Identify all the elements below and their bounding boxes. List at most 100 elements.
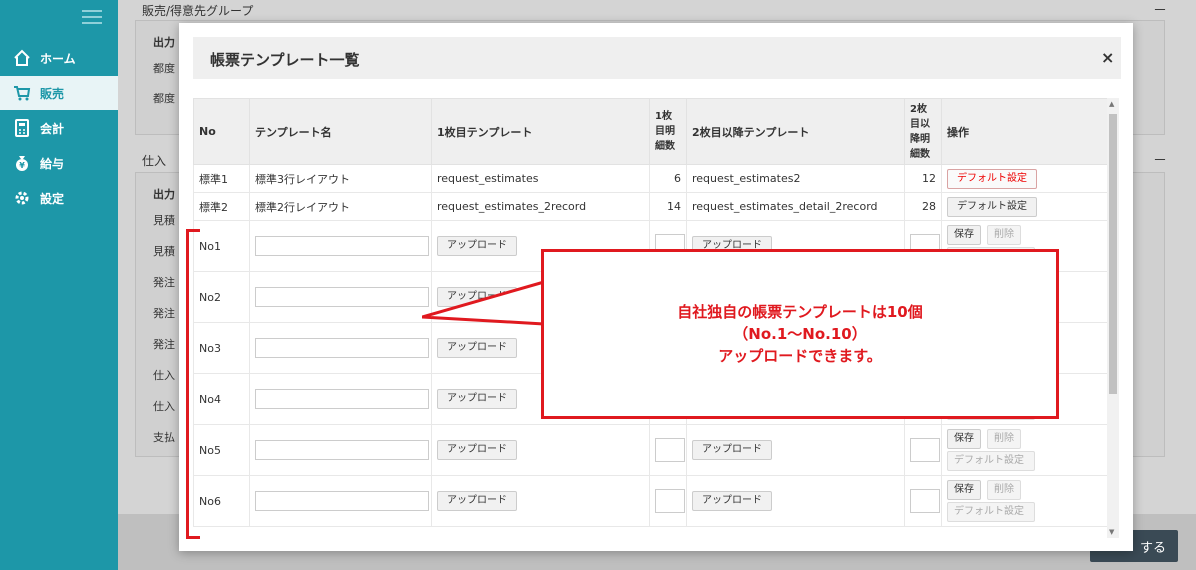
money-bag-icon: ¥ xyxy=(12,153,32,173)
header-name: テンプレート名 xyxy=(249,98,432,165)
scroll-down-icon[interactable]: ▼ xyxy=(1109,528,1114,536)
annotation-bracket xyxy=(186,229,200,539)
sidebar-item-label: 販売 xyxy=(40,86,65,101)
cell-name xyxy=(249,424,432,476)
list-item: 仕入 xyxy=(153,369,175,382)
sidebar-item-label: 給与 xyxy=(40,156,65,171)
template-name-input[interactable] xyxy=(255,287,429,307)
save-button[interactable]: 保存 xyxy=(947,225,981,245)
vertical-scrollbar[interactable]: ▲ ▼ xyxy=(1107,98,1119,538)
hamburger-menu-icon[interactable] xyxy=(82,10,102,26)
sidebar-item-home[interactable]: ホーム xyxy=(0,41,118,75)
table-row: No6 アップロード アップロード 保存 削除 デフォルト設定 xyxy=(193,475,1107,527)
sidebar-item-sales[interactable]: 販売 xyxy=(0,76,118,110)
template-name-input[interactable] xyxy=(255,491,429,511)
cell-no: No1 xyxy=(193,220,250,272)
upload-button[interactable]: アップロード xyxy=(437,338,517,358)
list-item: 発注 xyxy=(153,276,175,289)
cell-no: No3 xyxy=(193,322,250,374)
header-first-rows: 1枚目明細数 xyxy=(649,98,687,165)
gear-icon xyxy=(12,188,32,208)
cell-no: No2 xyxy=(193,271,250,323)
list-item: 都度 xyxy=(153,62,175,75)
save-button[interactable]: 保存 xyxy=(947,480,981,500)
second-count-input[interactable] xyxy=(910,438,940,462)
cell-no: No6 xyxy=(193,475,250,527)
set-default-button[interactable]: デフォルト設定 xyxy=(947,451,1035,471)
sidebar: ホーム 販売 会計 ¥ 給与 設定 xyxy=(0,0,118,570)
cell-second-count xyxy=(904,475,942,527)
upload-button[interactable]: アップロード xyxy=(437,440,517,460)
cell-name xyxy=(249,373,432,425)
cell-first-count xyxy=(649,475,687,527)
first-count-input[interactable] xyxy=(655,438,685,462)
cell-name xyxy=(249,475,432,527)
table-header-row: No テンプレート名 1枚目テンプレート 1枚目明細数 2枚目以降テンプレート … xyxy=(193,98,1107,165)
upload-button[interactable]: アップロード xyxy=(437,389,517,409)
panel-title: 販売/得意先グループ xyxy=(142,4,254,18)
upload-button[interactable]: アップロード xyxy=(437,491,517,511)
sidebar-item-label: 会計 xyxy=(40,121,65,136)
scroll-up-icon[interactable]: ▲ xyxy=(1109,100,1114,108)
list-item: 発注 xyxy=(153,338,175,351)
cell-first-template: request_estimates xyxy=(431,164,650,193)
cell-first-template: アップロード xyxy=(431,475,650,527)
set-default-button[interactable]: デフォルト設定 xyxy=(947,168,1037,189)
scroll-thumb[interactable] xyxy=(1109,114,1117,394)
panel-title: 仕入 xyxy=(142,154,167,168)
cell-no: No5 xyxy=(193,424,250,476)
list-item: 支払 xyxy=(153,431,175,444)
header-second-template: 2枚目以降テンプレート xyxy=(686,98,905,165)
cell-first-count: 6 xyxy=(649,164,687,193)
delete-button[interactable]: 削除 xyxy=(987,480,1021,500)
home-icon xyxy=(12,48,32,68)
template-name-input[interactable] xyxy=(255,389,429,409)
cell-first-count: 14 xyxy=(649,192,687,221)
list-item: 仕入 xyxy=(153,400,175,413)
cell-name xyxy=(249,220,432,272)
set-default-button[interactable]: デフォルト設定 xyxy=(947,196,1037,217)
cell-name xyxy=(249,322,432,374)
annotation-callout: 自社独自の帳票テンプレートは10個 （No.1～No.10） アップロードできま… xyxy=(541,249,1059,419)
template-name-input[interactable] xyxy=(255,440,429,460)
upload-button[interactable]: アップロード xyxy=(692,440,772,460)
column-header: 出力 xyxy=(153,188,175,201)
callout-line-1: 自社独自の帳票テンプレートは10個 xyxy=(677,303,923,321)
cell-second-count: 28 xyxy=(904,192,942,221)
collapse-button[interactable]: － xyxy=(1153,0,1167,20)
cell-second-template: request_estimates_detail_2record xyxy=(686,192,905,221)
save-button[interactable]: 保存 xyxy=(947,429,981,449)
template-name-input[interactable] xyxy=(255,236,429,256)
sidebar-item-payroll[interactable]: ¥ 給与 xyxy=(0,146,118,180)
close-icon[interactable]: × xyxy=(1101,48,1114,67)
table-row: 標準1 標準3行レイアウト request_estimates 6 reques… xyxy=(193,164,1107,193)
cell-second-count: 12 xyxy=(904,164,942,193)
set-default-button[interactable]: デフォルト設定 xyxy=(947,502,1035,522)
list-item: 見積 xyxy=(153,214,175,227)
cell-ops: デフォルト設定 xyxy=(941,192,1107,221)
list-item: 見積 xyxy=(153,245,175,258)
delete-button[interactable]: 削除 xyxy=(987,225,1021,245)
template-name-input[interactable] xyxy=(255,338,429,358)
upload-button[interactable]: アップロード xyxy=(692,491,772,511)
sidebar-item-label: ホーム xyxy=(40,51,76,66)
cell-second-count xyxy=(904,424,942,476)
cart-icon xyxy=(12,83,32,103)
collapse-button[interactable]: － xyxy=(1153,150,1167,170)
first-count-input[interactable] xyxy=(655,489,685,513)
cell-second-template: アップロード xyxy=(686,424,905,476)
upload-button[interactable]: アップロード xyxy=(437,236,517,256)
callout-line-3: アップロードできます。 xyxy=(718,347,882,365)
cell-no: 標準2 xyxy=(193,192,250,221)
cell-second-template: request_estimates2 xyxy=(686,164,905,193)
delete-button[interactable]: 削除 xyxy=(987,429,1021,449)
header-ops: 操作 xyxy=(941,98,1107,165)
sidebar-item-accounting[interactable]: 会計 xyxy=(0,111,118,145)
list-item: 都度 xyxy=(153,92,175,105)
sidebar-item-settings[interactable]: 設定 xyxy=(0,181,118,215)
cell-first-template: request_estimates_2record xyxy=(431,192,650,221)
cell-no: No4 xyxy=(193,373,250,425)
second-count-input[interactable] xyxy=(910,489,940,513)
cell-name: 標準3行レイアウト xyxy=(249,164,432,193)
list-item: 発注 xyxy=(153,307,175,320)
